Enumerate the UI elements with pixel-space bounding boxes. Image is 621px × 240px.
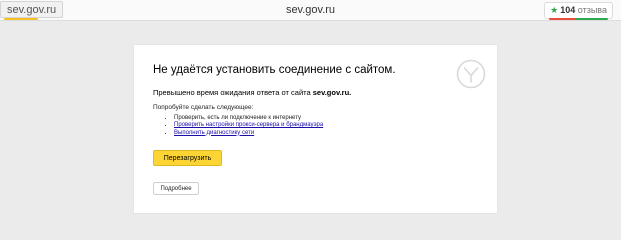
suggestions-list: Проверить, есть ли подключение к интерне… xyxy=(153,115,323,137)
star-icon: ★ xyxy=(550,5,559,15)
network-diagnostics-link[interactable]: Выполнить диагностику сети xyxy=(174,130,254,136)
loading-indicator xyxy=(4,18,38,20)
error-title: Не удаётся установить соединение с сайто… xyxy=(153,64,396,76)
details-button[interactable]: Подробнее xyxy=(153,182,199,195)
address-title: sev.gov.ru xyxy=(285,4,336,16)
suggestions-heading: Попробуйте сделать следующее: xyxy=(153,104,254,111)
timeout-text: Превышено время ожидания ответа от сайта xyxy=(153,88,311,97)
timeout-host: sev.gov.ru. xyxy=(312,88,352,97)
error-card: Не удаётся установить соединение с сайто… xyxy=(134,45,497,213)
suggestion-network-diagnostics: Выполнить диагностику сети xyxy=(174,130,323,137)
reviews-badge[interactable]: ★ 104 отзыва xyxy=(544,2,613,20)
reload-button[interactable]: Перезагрузить xyxy=(153,150,222,166)
reviews-count: 104 xyxy=(560,5,576,15)
suggestion-check-proxy: Проверить настройки прокси-сервера и бра… xyxy=(174,122,323,129)
browser-top-bar: sev.gov.ru sev.gov.ru ★ 104 отзыва xyxy=(0,0,621,21)
site-tab-label: sev.gov.ru xyxy=(7,4,57,16)
timeout-message: Превышено время ожидания ответа от сайта… xyxy=(153,88,351,97)
proxy-settings-link[interactable]: Проверить настройки прокси-сервера и бра… xyxy=(174,122,323,128)
rating-bar xyxy=(549,18,608,20)
site-tab[interactable]: sev.gov.ru xyxy=(0,1,64,18)
yandex-browser-icon xyxy=(456,59,486,89)
suggestion-text: Проверить, есть ли подключение к интерне… xyxy=(174,115,301,121)
reviews-label: отзыва xyxy=(577,5,607,15)
